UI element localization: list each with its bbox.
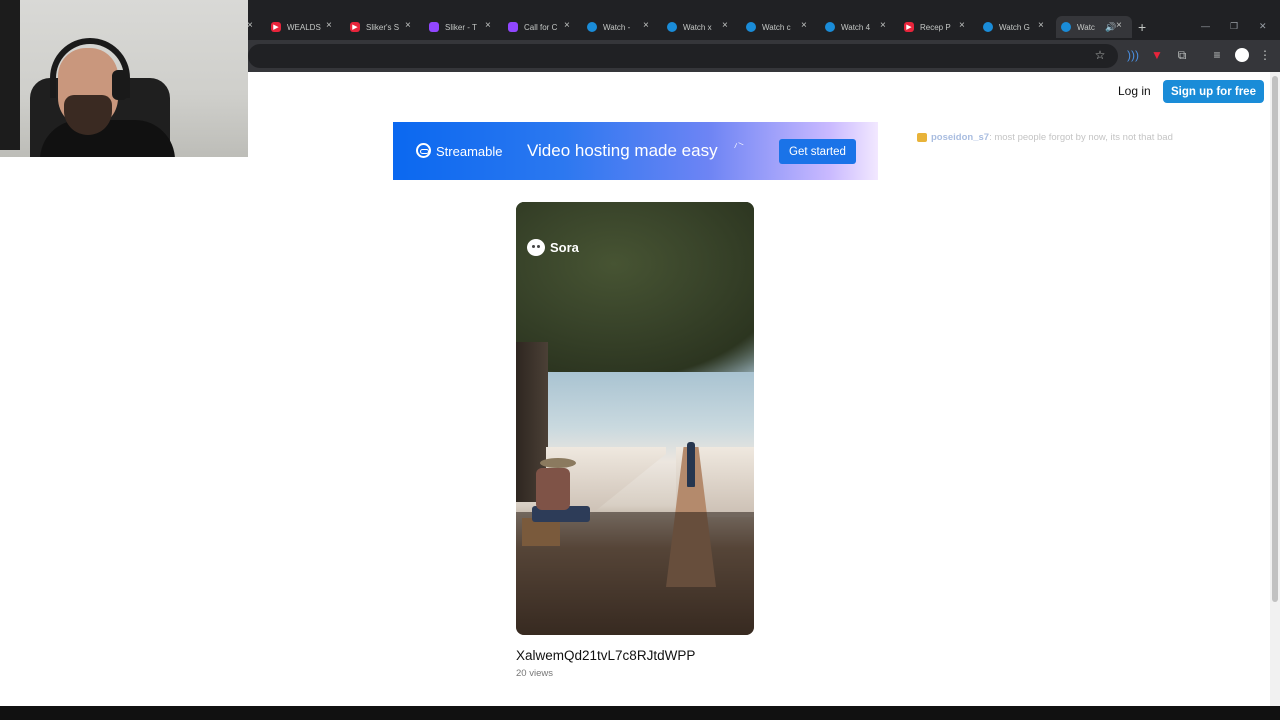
close-icon[interactable]: ×	[564, 20, 570, 31]
tab-title: Sliker's S	[366, 22, 400, 32]
menu-icon[interactable]: ⋮	[1258, 48, 1272, 62]
login-link[interactable]: Log in	[1118, 84, 1151, 98]
chat-message: poseidon_s7 : most people forgot by now,…	[917, 132, 1173, 143]
tab-wealds[interactable]: ▶ WEALDS	[271, 16, 323, 38]
tab-title: Sliker - T	[445, 22, 477, 32]
tab-title: Watch -	[603, 22, 631, 32]
close-icon[interactable]: ×	[326, 20, 332, 31]
minimize-icon[interactable]: —	[1201, 21, 1210, 31]
signup-button[interactable]: Sign up for free	[1163, 80, 1264, 103]
page-scrollbar[interactable]	[1270, 72, 1280, 706]
restore-icon[interactable]: ❐	[1230, 21, 1238, 32]
video-views: 20 views	[516, 668, 553, 679]
torso	[536, 468, 570, 510]
headset-earcup	[112, 70, 128, 100]
streamable-icon	[825, 22, 835, 32]
tab-watch-2[interactable]: Watch x	[667, 16, 719, 38]
streamable-icon	[746, 22, 756, 32]
tab-title: Watch c	[762, 22, 791, 32]
close-icon[interactable]: ×	[643, 20, 649, 31]
crate	[522, 518, 560, 546]
chat-username: poseidon_s7	[931, 132, 990, 143]
streamable-logo-icon	[416, 143, 431, 158]
tab-watch-4[interactable]: Watch 4	[825, 16, 877, 38]
tab-watch-1[interactable]: Watch -	[587, 16, 639, 38]
tree-canopy	[516, 202, 754, 372]
new-tab-button[interactable]: +	[1138, 19, 1146, 35]
tab-watch-3[interactable]: Watch c	[746, 16, 798, 38]
banner-tagline: Video hosting made easy	[527, 141, 718, 160]
close-icon[interactable]: ×	[485, 20, 491, 31]
video-title: XalwemQd21tvL7c8RJtdWPP	[516, 648, 696, 663]
streamable-icon	[983, 22, 993, 32]
subscriber-badge-icon	[917, 133, 927, 142]
walking-figure	[687, 442, 695, 487]
hanging-hoodie	[0, 0, 20, 150]
sparkle-icon: ⸝⸜	[730, 135, 745, 151]
close-icon[interactable]: ×	[880, 20, 886, 31]
tab-title: Watch x	[683, 22, 712, 32]
extension-wave-icon[interactable]: )))	[1126, 48, 1140, 62]
profile-avatar-icon[interactable]	[1235, 48, 1249, 62]
streamable-icon	[667, 22, 677, 32]
bookmark-star-icon[interactable]: ☆	[1093, 48, 1107, 62]
streamable-icon	[587, 22, 597, 32]
seated-farmer	[522, 458, 590, 548]
youtube-icon: ▶	[904, 22, 914, 32]
ad-banner[interactable]: Streamable Video hosting made easy ⸝⸜ Ge…	[393, 122, 878, 180]
close-icon[interactable]: ×	[959, 20, 965, 31]
twitch-icon	[508, 22, 518, 32]
tab-recep[interactable]: ▶ Recep P	[904, 16, 956, 38]
video-player[interactable]: Sora	[516, 202, 754, 635]
tab-title: Watch 4	[841, 22, 871, 32]
sora-logo-icon	[527, 239, 545, 256]
youtube-icon: ▶	[350, 22, 360, 32]
streamer-body	[40, 120, 175, 157]
tab-slikers[interactable]: ▶ Sliker's S	[350, 16, 402, 38]
speaker-icon[interactable]: 🔊	[1105, 22, 1116, 33]
taskbar-strip	[0, 706, 1280, 720]
tab-title: Watch G	[999, 22, 1030, 32]
close-icon[interactable]: ×	[722, 20, 728, 31]
tab-sliker-twitch[interactable]: Sliker - T	[429, 16, 481, 38]
chat-text: : most people forgot by now, its not tha…	[989, 132, 1173, 143]
close-icon[interactable]: ×	[1116, 20, 1122, 31]
address-bar[interactable]	[248, 44, 1118, 68]
streamable-icon	[1061, 22, 1071, 32]
tab-title: Watc	[1077, 22, 1095, 32]
close-icon[interactable]: ×	[405, 20, 411, 31]
tab-title: WEALDS	[287, 22, 321, 32]
hat	[540, 458, 576, 468]
tab-title: Call for C	[524, 22, 558, 32]
close-icon[interactable]: ×	[1038, 20, 1044, 31]
tab-watch-5[interactable]: Watch G	[983, 16, 1035, 38]
extension-shield-icon[interactable]: ▼	[1150, 48, 1164, 62]
extensions-puzzle-icon[interactable]: ⧉	[1175, 48, 1189, 62]
scrollbar-thumb[interactable]	[1272, 76, 1278, 602]
media-control-icon[interactable]: ≡	[1210, 48, 1224, 62]
twitch-icon	[429, 22, 439, 32]
screen: × ▶ WEALDS × ▶ Sliker's S × Sliker - T ×…	[0, 0, 1280, 720]
webcam-overlay	[0, 0, 248, 157]
page-content: Log in Sign up for free Streamable Video…	[0, 72, 1270, 706]
tab-title: Recep P	[920, 22, 951, 32]
get-started-button[interactable]: Get started	[779, 139, 856, 164]
close-icon[interactable]: ×	[801, 20, 807, 31]
window-close-icon[interactable]: ✕	[1259, 21, 1267, 32]
sora-watermark: Sora	[550, 240, 579, 255]
youtube-icon: ▶	[271, 22, 281, 32]
tab-call-for[interactable]: Call for C	[508, 16, 560, 38]
banner-brand: Streamable	[436, 144, 503, 159]
